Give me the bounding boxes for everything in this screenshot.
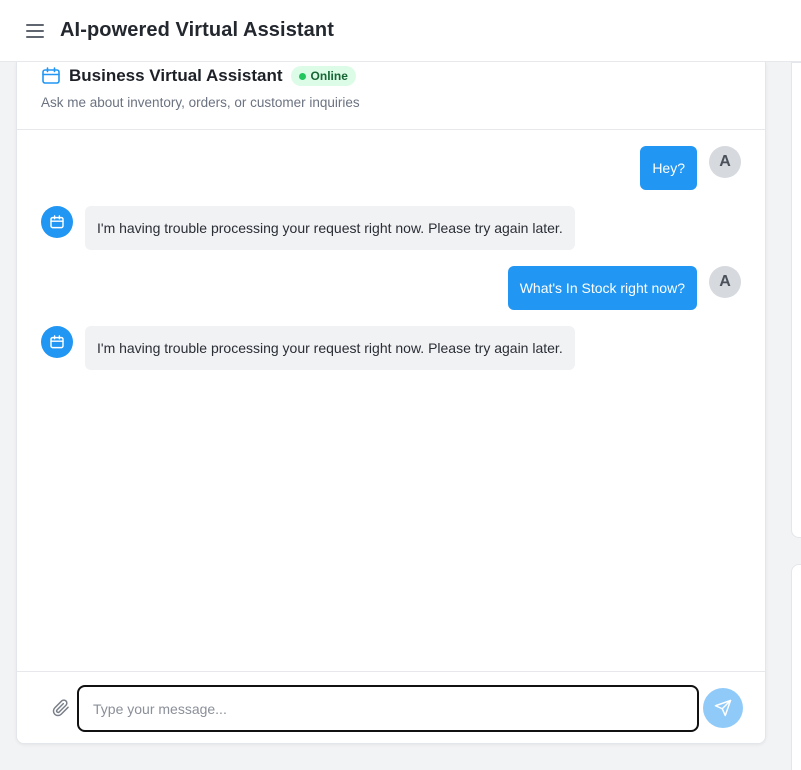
message-input[interactable] [77,685,699,732]
chat-header-row: Business Virtual Assistant Online [41,65,356,87]
calendar-bot-icon [41,66,61,86]
user-message: What's In Stock right now? A [507,266,741,310]
chat-header: Business Virtual Assistant Online Ask me… [17,62,765,130]
status-badge: Online [290,66,356,86]
user-message-bubble: Hey? [640,146,697,190]
chat-panel: Business Virtual Assistant Online Ask me… [16,62,766,744]
send-button[interactable] [703,688,743,728]
top-bar: AI-powered Virtual Assistant [0,0,801,62]
status-label: Online [310,69,348,83]
hamburger-menu-icon[interactable] [26,23,44,38]
bot-avatar [41,206,73,238]
user-avatar: A [709,146,741,178]
message-list: Hey? A I'm having trouble processing you… [17,130,765,671]
user-avatar: A [709,266,741,298]
status-dot [298,72,306,80]
app-title: AI-powered Virtual Assistant [60,19,334,41]
side-panel [791,62,801,538]
calendar-bot-icon [50,335,64,349]
calendar-bot-icon [50,215,64,229]
bot-avatar [41,326,73,358]
message-composer [17,671,765,743]
send-icon [714,699,732,717]
user-message: Hey? A [640,146,741,190]
user-message-bubble: What's In Stock right now? [507,266,697,310]
bot-message-bubble: I'm having trouble processing your reque… [85,326,575,370]
assistant-name: Business Virtual Assistant [69,66,283,85]
bot-message-bubble: I'm having trouble processing your reque… [85,206,575,250]
side-panel [791,564,801,770]
paperclip-icon[interactable] [52,699,70,717]
chat-subtitle: Ask me about inventory, orders, or custo… [41,95,360,110]
bot-message: I'm having trouble processing your reque… [41,206,575,250]
bot-message: I'm having trouble processing your reque… [41,326,575,370]
